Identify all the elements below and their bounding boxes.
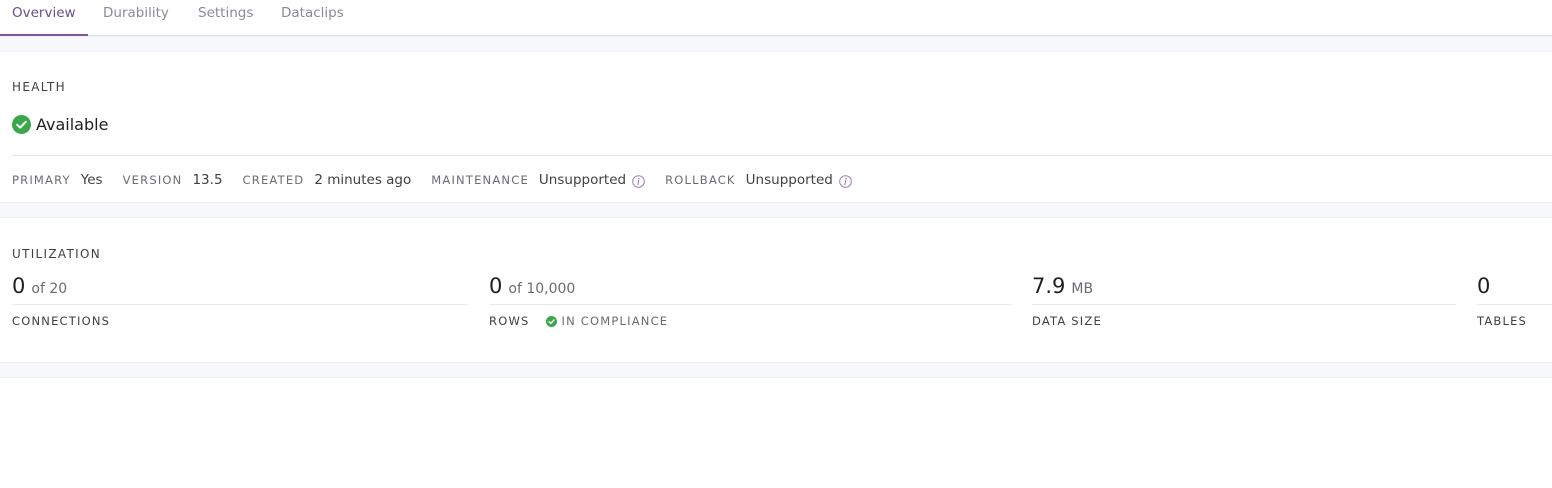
tables-card: 0 TABLES — [1477, 274, 1552, 334]
connections-label: CONNECTIONS — [12, 314, 111, 328]
database-meta-row: PRIMARY Yes VERSION 13.5 CREATED 2 minut… — [12, 169, 872, 191]
divider — [12, 304, 468, 305]
section-separator — [0, 202, 1552, 218]
compliance-check-icon — [545, 315, 557, 327]
utilization-heading: UTILIZATION — [12, 247, 101, 261]
rows-label: ROWS — [489, 314, 530, 328]
maintenance-info-icon[interactable] — [632, 173, 645, 188]
rollback-label: ROLLBACK — [665, 173, 736, 187]
divider — [1477, 304, 1552, 305]
rows-card: 0 of 10,000 ROWS IN COMPLIANCE — [489, 274, 1012, 334]
tab-durability[interactable]: Durability — [103, 0, 169, 36]
created-value: 2 minutes ago — [314, 172, 412, 188]
rows-value: 0 — [489, 274, 503, 298]
tables-value: 0 — [1477, 274, 1491, 298]
data-size-unit: MB — [1071, 281, 1094, 297]
tables-label: TABLES — [1477, 314, 1528, 328]
version-label: VERSION — [122, 173, 183, 187]
connections-value: 0 — [12, 274, 26, 298]
maintenance-value: Unsupported — [538, 172, 627, 188]
data-size-value: 7.9 — [1032, 274, 1066, 298]
section-separator — [0, 362, 1552, 378]
version-value: 13.5 — [192, 172, 223, 188]
tab-overview[interactable]: Overview — [12, 0, 76, 36]
maintenance-label: MAINTENANCE — [431, 173, 529, 187]
tab-bar: Overview Durability Settings Dataclips — [0, 0, 1552, 36]
compliance-status: IN COMPLIANCE — [561, 314, 669, 328]
section-separator — [0, 36, 1552, 52]
connections-card: 0 of 20 CONNECTIONS — [12, 274, 468, 334]
rollback-value: Unsupported — [745, 172, 833, 188]
divider — [12, 155, 1552, 156]
rollback-info-icon[interactable] — [839, 173, 852, 188]
tab-settings[interactable]: Settings — [198, 0, 253, 36]
divider — [1032, 304, 1456, 305]
data-size-label: DATA SIZE — [1032, 314, 1102, 328]
health-status-text: Available — [36, 114, 109, 134]
health-heading: HEALTH — [12, 80, 67, 94]
data-size-card: 7.9 MB DATA SIZE — [1032, 274, 1456, 334]
check-circle-icon — [12, 114, 31, 134]
primary-label: PRIMARY — [12, 173, 71, 187]
divider — [489, 304, 1012, 305]
rows-limit: of 10,000 — [508, 281, 576, 297]
health-status: Available — [12, 112, 108, 136]
primary-value: Yes — [80, 172, 103, 188]
tab-dataclips[interactable]: Dataclips — [281, 0, 344, 36]
created-label: CREATED — [242, 173, 305, 187]
connections-limit: of 20 — [31, 281, 68, 297]
